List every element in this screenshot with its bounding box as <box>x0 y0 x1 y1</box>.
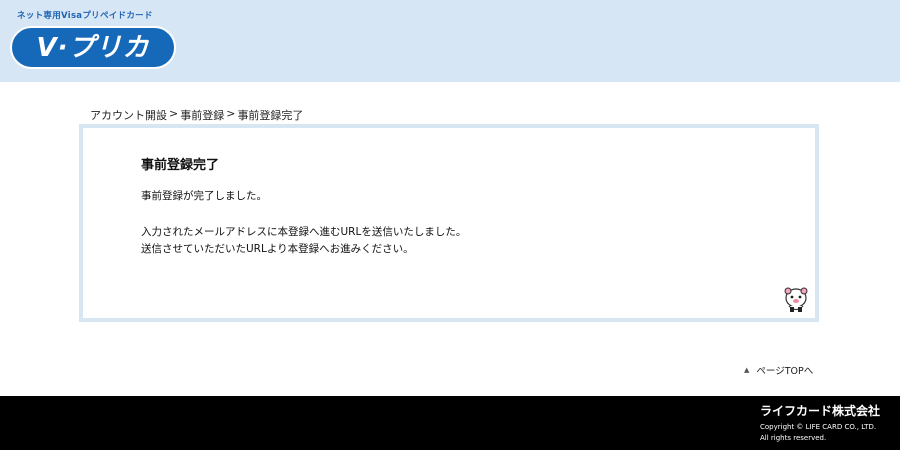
company-name: ライフカード株式会社 <box>760 404 881 418</box>
chevron-up-icon: ▲ <box>744 366 750 374</box>
site-footer: ライフカード株式会社 Copyright © LIFE CARD CO., LT… <box>0 396 900 450</box>
copyright-line2: All rights reserved. <box>760 434 827 442</box>
email-sent-message: 入力されたメールアドレスに本登録へ進むURLを送信いたしました。 <box>141 226 467 238</box>
breadcrumb: アカウント開設 > 事前登録 > 事前登録完了 <box>90 107 303 123</box>
page-top-link[interactable]: ▲ ページTOPへ <box>744 363 813 377</box>
copyright-text: Copyright © LIFE CARD CO., LTD. All righ… <box>760 422 876 444</box>
copyright-line1: Copyright © LIFE CARD CO., LTD. <box>760 423 877 431</box>
page-top-label: ページTOPへ <box>756 366 814 377</box>
brand-tagline: ネット専用Visaプリペイドカード <box>17 11 153 21</box>
logo-text: V·プリカ <box>36 32 150 63</box>
vpreca-logo[interactable]: V·プリカ <box>10 26 176 69</box>
content-panel: 事前登録完了 事前登録が完了しました。 入力されたメールアドレスに本登録へ進むU… <box>79 124 819 322</box>
breadcrumb-separator: > <box>169 107 179 120</box>
breadcrumb-separator: > <box>226 107 236 120</box>
breadcrumb-item-current: 事前登録完了 <box>237 109 304 122</box>
mascot-icon <box>784 287 808 312</box>
breadcrumb-item-preregistration: 事前登録 <box>180 109 225 122</box>
completion-message: 事前登録が完了しました。 <box>141 190 267 202</box>
page-title: 事前登録完了 <box>141 158 220 173</box>
next-step-message: 送信させていただいたURLより本登録へお進みください。 <box>141 243 414 255</box>
breadcrumb-item-account: アカウント開設 <box>90 109 167 122</box>
site-header: ネット専用Visaプリペイドカード V·プリカ <box>0 0 900 82</box>
